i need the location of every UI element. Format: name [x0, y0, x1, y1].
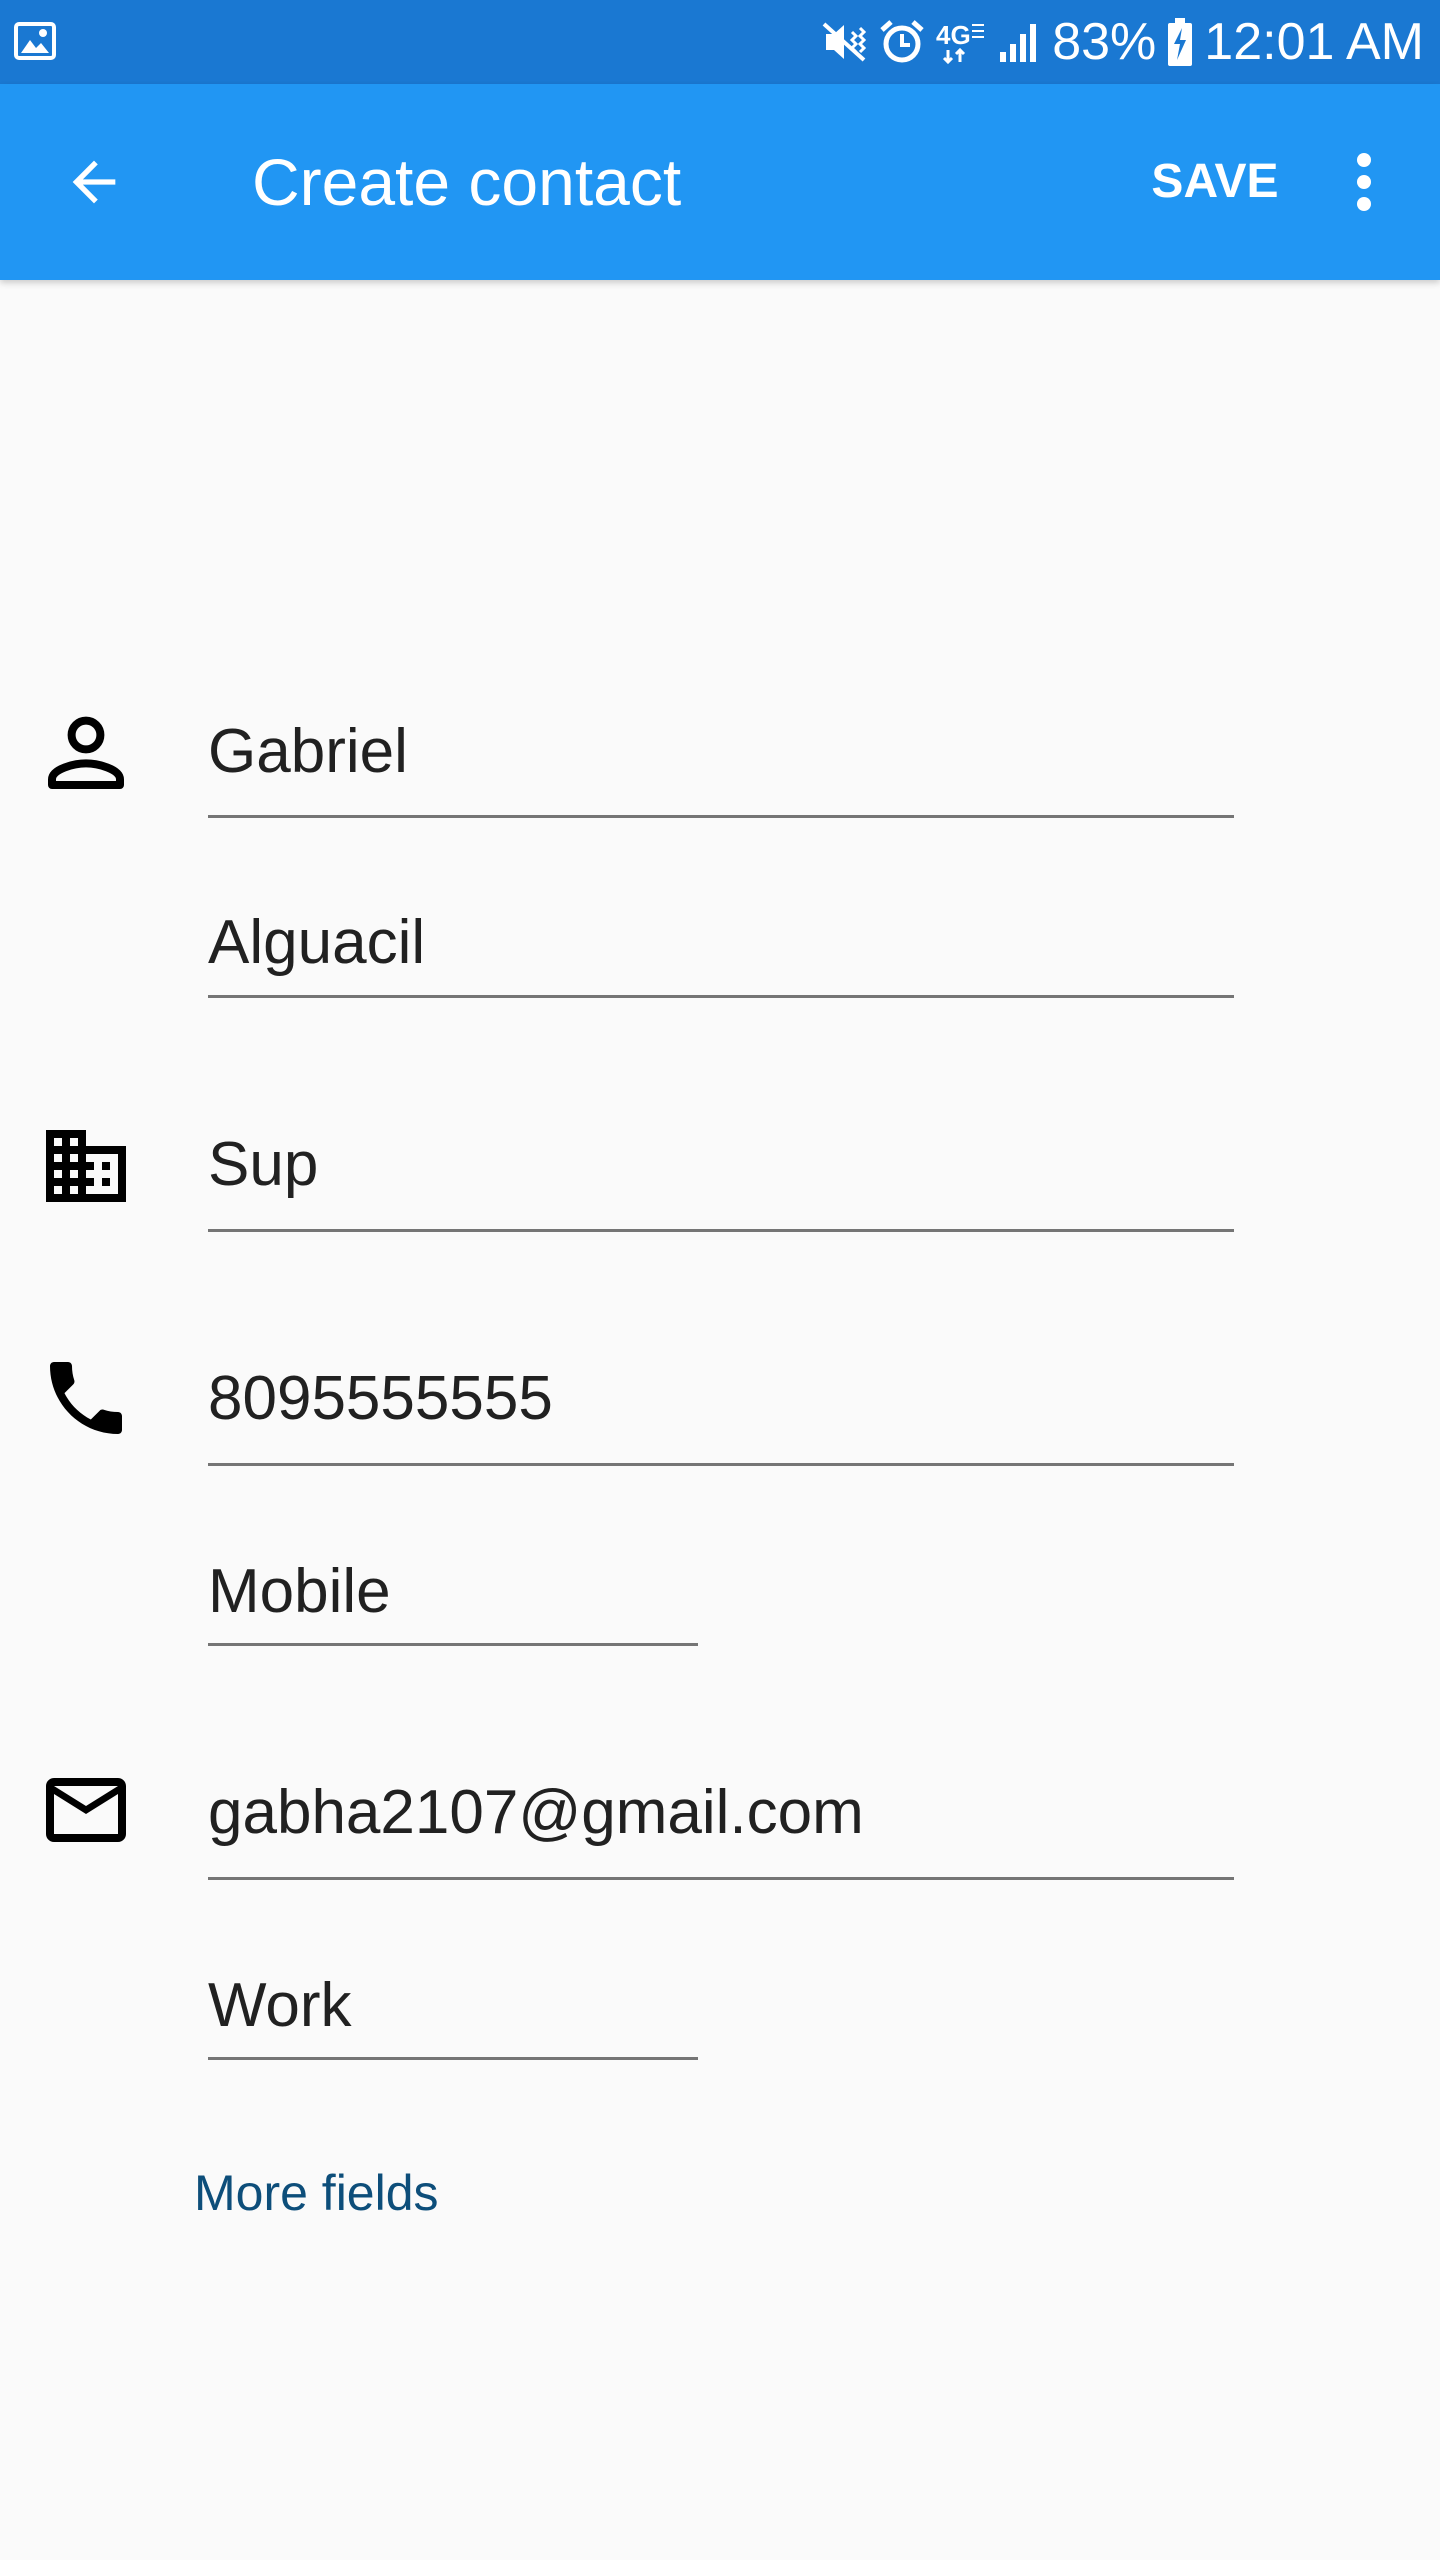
lte-icon: 4G: [936, 20, 985, 65]
vibrate-mute-icon: [822, 22, 867, 62]
signal-icon: [1000, 24, 1037, 62]
gallery-icon: [14, 22, 56, 60]
person-icon: [38, 703, 134, 799]
email-field[interactable]: [208, 1748, 1234, 1880]
network-type-label: 4G: [936, 20, 971, 50]
clock: 12:01 AM: [1204, 13, 1424, 71]
company-field[interactable]: [208, 1100, 1234, 1232]
phone-field[interactable]: [208, 1334, 1234, 1466]
email-icon: [38, 1762, 134, 1858]
overflow-menu-button[interactable]: [1326, 144, 1402, 220]
first-name-field[interactable]: [208, 688, 1234, 818]
phone-icon: [38, 1350, 134, 1446]
status-bar: 4G 83% 12:01 AM: [0, 0, 1440, 84]
app-bar: Create contact SAVE: [0, 84, 1440, 280]
email-type-select[interactable]: [208, 1954, 698, 2060]
phone-type-select[interactable]: [208, 1540, 698, 1646]
company-icon: [38, 1118, 134, 1214]
back-button[interactable]: [48, 136, 140, 228]
arrow-back-icon: [72, 160, 116, 204]
more-fields-link[interactable]: More fields: [194, 2164, 439, 2222]
save-button[interactable]: SAVE: [1140, 144, 1290, 220]
last-name-field[interactable]: [208, 890, 1234, 998]
battery-charging-icon: [1168, 18, 1193, 66]
alarm-icon: [880, 20, 924, 63]
more-vert-icon: [1357, 153, 1371, 211]
battery-percent: 83%: [1052, 13, 1157, 71]
page-title: Create contact: [252, 145, 682, 219]
